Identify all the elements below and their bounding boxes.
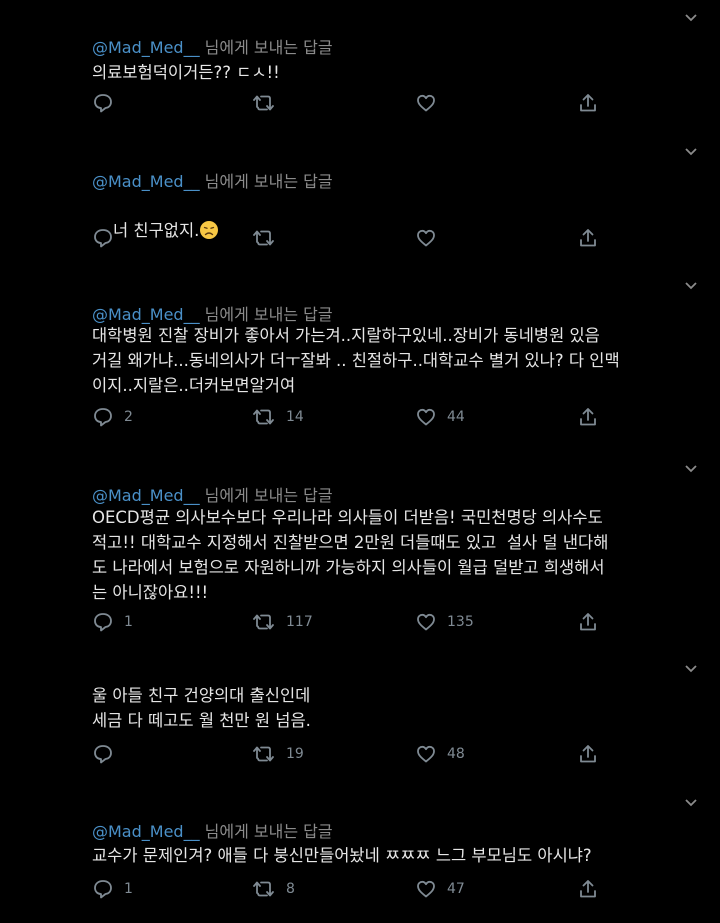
reply-prefix: 님에게 보내는 답글 <box>204 822 333 841</box>
share-button[interactable] <box>577 405 599 429</box>
reply-context: @Mad_Med__ 님에게 보내는 답글 <box>92 301 333 325</box>
reply-count: 1 <box>124 881 133 897</box>
share-icon <box>577 611 599 633</box>
share-icon <box>577 878 599 900</box>
share-button[interactable] <box>577 742 599 766</box>
share-button[interactable] <box>577 226 599 250</box>
reply-context: @Mad_Med__ 님에게 보내는 답글 <box>92 168 333 192</box>
chevron-down-icon[interactable] <box>684 464 698 474</box>
tweet-text: 교수가 문제인겨? 애들 다 붕신만들어놨네 ㅉㅉㅉ 느그 부모님도 아시냐? <box>92 846 592 865</box>
like-button[interactable]: 47 <box>415 877 465 901</box>
reply-context: @Mad_Med__ 님에게 보내는 답글 <box>92 482 333 506</box>
heart-icon <box>415 406 437 428</box>
retweet-icon <box>252 878 276 900</box>
like-count: 48 <box>447 746 465 762</box>
retweet-count: 8 <box>286 881 295 897</box>
reply-button[interactable]: 1 <box>92 610 133 634</box>
like-button[interactable]: 48 <box>415 742 465 766</box>
heart-icon <box>415 92 437 114</box>
heart-icon <box>415 743 437 765</box>
reply-button[interactable] <box>92 91 124 115</box>
tweet-text: 의료보험덕이거든?? ㄷㅅ!! <box>92 63 280 82</box>
share-button[interactable] <box>577 91 599 115</box>
tweet[interactable]: @Mad_Med__ 님에게 보내는 답글 의료보험덕이거든?? ㄷㅅ!! <box>0 0 720 130</box>
tweet[interactable]: 울 아들 친구 건양의대 출신인데 세금 다 떼고도 월 천만 원 넘음. 19… <box>0 655 720 790</box>
reply-icon <box>92 406 114 428</box>
tweet-actions: 19 48 <box>92 742 692 766</box>
retweet-count: 117 <box>286 614 313 630</box>
chevron-down-icon[interactable] <box>684 13 698 23</box>
tweet-text: 울 아들 친구 건양의대 출신인데 세금 다 떼고도 월 천만 원 넘음. <box>92 686 311 730</box>
reply-button[interactable]: 2 <box>92 405 133 429</box>
heart-icon <box>415 878 437 900</box>
retweet-count: 14 <box>286 409 304 425</box>
reply-prefix: 님에게 보내는 답글 <box>204 486 333 505</box>
chevron-down-icon[interactable] <box>684 147 698 157</box>
retweet-icon <box>252 406 276 428</box>
tweet[interactable]: @Mad_Med__ 님에게 보내는 답글 너 친구없지. <box>0 130 720 265</box>
like-button[interactable] <box>415 226 447 250</box>
reply-icon <box>92 611 114 633</box>
reply-context: @Mad_Med__ 님에게 보내는 답글 <box>92 34 333 58</box>
chevron-down-icon[interactable] <box>684 281 698 291</box>
like-button[interactable] <box>415 91 447 115</box>
heart-icon <box>415 227 437 249</box>
heart-icon <box>415 611 437 633</box>
tweet-actions <box>92 91 692 115</box>
tweet[interactable]: @Mad_Med__ 님에게 보내는 답글 교수가 문제인겨? 애들 다 붕신만… <box>0 790 720 923</box>
reply-button[interactable] <box>92 742 124 766</box>
chevron-down-icon[interactable] <box>684 664 698 674</box>
retweet-icon <box>252 92 276 114</box>
tweet-text: 대학병원 진찰 장비가 좋아서 가는겨..지랄하구있네..장비가 동네병원 있음… <box>92 326 620 395</box>
retweet-icon <box>252 227 276 249</box>
tweet-actions <box>92 226 692 250</box>
tweet[interactable]: @Mad_Med__ 님에게 보내는 답글 OECD평균 의사보수보다 우리나라… <box>0 455 720 655</box>
retweet-icon <box>252 611 276 633</box>
reply-count: 2 <box>124 409 133 425</box>
reply-icon <box>92 227 114 249</box>
reply-handle-link[interactable]: @Mad_Med__ <box>92 38 200 57</box>
tweet-actions: 1 117 135 <box>92 610 692 634</box>
tweet[interactable]: @Mad_Med__ 님에게 보내는 답글 대학병원 진찰 장비가 좋아서 가는… <box>0 265 720 455</box>
reply-handle-link[interactable]: @Mad_Med__ <box>92 822 200 841</box>
retweet-button[interactable]: 19 <box>252 742 304 766</box>
like-count: 135 <box>447 614 474 630</box>
share-icon <box>577 743 599 765</box>
retweet-button[interactable] <box>252 226 286 250</box>
tweet-actions: 2 14 44 <box>92 405 692 429</box>
reply-handle-link[interactable]: @Mad_Med__ <box>92 305 200 324</box>
share-icon <box>577 406 599 428</box>
reply-prefix: 님에게 보내는 답글 <box>204 305 333 324</box>
like-count: 47 <box>447 881 465 897</box>
reply-icon <box>92 92 114 114</box>
tweet-text: OECD평균 의사보수보다 우리나라 의사들이 더받음! 국민천명당 의사수도 … <box>92 508 609 602</box>
retweet-button[interactable]: 8 <box>252 877 295 901</box>
tweet-actions: 1 8 47 <box>92 877 692 901</box>
share-button[interactable] <box>577 610 599 634</box>
reply-icon <box>92 878 114 900</box>
reply-button[interactable] <box>92 226 124 250</box>
chevron-down-icon[interactable] <box>684 798 698 808</box>
reply-icon <box>92 743 114 765</box>
reply-prefix: 님에게 보내는 답글 <box>204 38 333 57</box>
share-icon <box>577 92 599 114</box>
retweet-button[interactable]: 14 <box>252 405 304 429</box>
reply-context: @Mad_Med__ 님에게 보내는 답글 <box>92 818 333 842</box>
like-button[interactable]: 135 <box>415 610 474 634</box>
share-button[interactable] <box>577 877 599 901</box>
retweet-button[interactable] <box>252 91 286 115</box>
retweet-count: 19 <box>286 746 304 762</box>
retweet-button[interactable]: 117 <box>252 610 313 634</box>
reply-count: 1 <box>124 614 133 630</box>
reply-handle-link[interactable]: @Mad_Med__ <box>92 486 200 505</box>
reply-handle-link[interactable]: @Mad_Med__ <box>92 172 200 191</box>
like-button[interactable]: 44 <box>415 405 465 429</box>
like-count: 44 <box>447 409 465 425</box>
reply-button[interactable]: 1 <box>92 877 133 901</box>
share-icon <box>577 227 599 249</box>
retweet-icon <box>252 743 276 765</box>
reply-prefix: 님에게 보내는 답글 <box>204 172 333 191</box>
